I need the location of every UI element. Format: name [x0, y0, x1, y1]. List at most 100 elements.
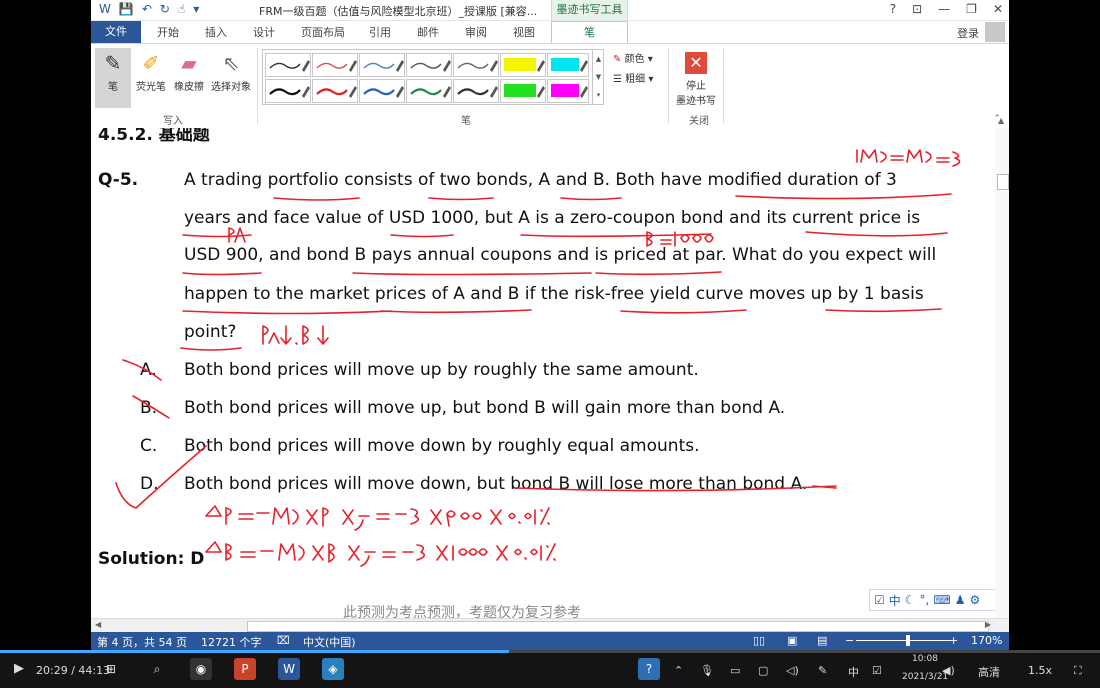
obs-icon[interactable]: ◉ — [190, 658, 212, 680]
select-objects-button[interactable]: ⇖ 选择对象 — [209, 48, 253, 108]
pen-swatch[interactable] — [500, 79, 546, 103]
print-layout-icon[interactable]: ▣ — [787, 634, 797, 647]
windows-start-icon[interactable]: ⊞ — [100, 658, 122, 680]
ime-check-icon[interactable]: ☑ — [874, 593, 885, 607]
pen-swatch[interactable] — [312, 79, 358, 103]
web-layout-icon[interactable]: ▤ — [817, 634, 827, 647]
tab-page-layout[interactable]: 页面布局 — [301, 24, 345, 40]
touch-mode-icon[interactable]: ☝ — [178, 2, 185, 16]
quality-button[interactable]: 高清 — [978, 664, 1000, 680]
speed-button[interactable]: 1.5x — [1028, 664, 1052, 677]
play-icon[interactable]: ▶ — [14, 661, 24, 676]
network-icon[interactable]: ▢ — [758, 664, 768, 677]
pen-swatch[interactable] — [453, 53, 499, 77]
battery-icon[interactable]: ▭ — [730, 664, 740, 677]
pen-swatch[interactable] — [359, 79, 405, 103]
tab-insert[interactable]: 插入 — [205, 24, 227, 40]
read-mode-icon[interactable]: ▯▯ — [753, 634, 765, 647]
minimize-icon[interactable]: — — [938, 2, 950, 16]
tab-mailings[interactable]: 邮件 — [417, 24, 439, 40]
pen-weight-button[interactable]: ☰ 粗细 ▾ — [613, 70, 653, 85]
ribbon-display-icon[interactable]: ⊡ — [912, 2, 922, 16]
tab-view[interactable]: 视图 — [513, 24, 535, 40]
pen-swatch[interactable] — [547, 53, 589, 77]
play-time: 20:29 / 44:13 — [36, 664, 111, 677]
zoom-slider[interactable] — [856, 640, 951, 641]
undo-icon[interactable]: ↶ — [142, 2, 152, 16]
scroll-left-icon[interactable]: ◀ — [95, 620, 101, 629]
redo-icon[interactable]: ↻ — [160, 2, 170, 16]
ime-tray[interactable]: 中 — [848, 664, 859, 680]
vertical-scroll-thumb[interactable] — [997, 174, 1009, 190]
horizontal-scrollbar[interactable]: ◀ ▶ — [91, 618, 1009, 633]
pen-tool-button[interactable]: ✎ 笔 — [95, 48, 131, 108]
pen-color-button[interactable]: ✎ 颜色 ▾ — [613, 50, 653, 65]
question-line: happen to the market prices of A and B i… — [184, 284, 924, 304]
search-icon[interactable]: ⌕ — [146, 658, 168, 680]
tab-home[interactable]: 开始 — [157, 24, 179, 40]
language-indicator[interactable]: 中文(中国) — [303, 634, 356, 650]
ime-toolbar[interactable]: ☑ 中 ☾ °, ⌨ ♟ ⚙ — [869, 589, 1009, 611]
vertical-scrollbar[interactable]: ▲ — [995, 116, 1009, 618]
customize-qat-icon[interactable]: ▾ — [193, 2, 199, 16]
stop-inking-button[interactable]: ✕ 停止 墨迹书写 — [676, 52, 716, 107]
horizontal-scroll-thumb[interactable] — [247, 621, 989, 632]
half-width-icon[interactable]: ☾ — [905, 593, 916, 607]
tab-file[interactable]: 文件 — [91, 21, 141, 43]
save-icon[interactable]: 💾 — [119, 2, 134, 16]
tab-design[interactable]: 设计 — [253, 24, 275, 40]
gallery-more-icon[interactable]: ▾ — [593, 86, 604, 104]
ime-settings-icon[interactable]: ⚙ — [969, 593, 980, 607]
proofing-icon[interactable]: ⌧ — [277, 634, 290, 647]
volume-tray-icon[interactable]: ◁) — [786, 664, 799, 677]
highlighter-tool-button[interactable]: ✐ 荧光笔 — [133, 48, 169, 108]
pen-swatch[interactable] — [265, 79, 311, 103]
help-tray-icon[interactable]: ? — [638, 658, 660, 680]
gallery-up-icon[interactable]: ▲ — [593, 50, 604, 68]
pen-swatch[interactable] — [406, 79, 452, 103]
scroll-right-icon[interactable]: ▶ — [985, 620, 991, 629]
video-progress-bar[interactable] — [0, 650, 1100, 653]
ime-mode[interactable]: 中 — [889, 592, 901, 609]
word-count[interactable]: 12721 个字 — [201, 634, 262, 650]
volume-icon[interactable]: ◀) — [942, 664, 955, 677]
pen-swatch[interactable] — [312, 53, 358, 77]
zoom-slider-knob[interactable] — [906, 635, 910, 646]
ime-user-icon[interactable]: ♟ — [955, 593, 966, 607]
tab-review[interactable]: 审阅 — [465, 24, 487, 40]
help-icon[interactable]: ? — [890, 2, 896, 16]
punctuation-icon[interactable]: °, — [920, 593, 930, 607]
login-link[interactable]: 登录 — [957, 25, 979, 41]
softkeyboard-icon[interactable]: ⌨ — [933, 593, 950, 607]
tab-pen[interactable]: 笔 — [551, 21, 628, 44]
word-taskbar-icon[interactable]: W — [278, 658, 300, 680]
document-page[interactable]: 4.5.2. 基础题 Q-5. A trading portfolio cons… — [91, 128, 1009, 618]
scroll-up-icon[interactable]: ▲ — [998, 116, 1004, 125]
powerpoint-icon[interactable]: P — [234, 658, 256, 680]
pen-swatch[interactable] — [359, 53, 405, 77]
close-icon[interactable]: ✕ — [993, 2, 1003, 16]
pen-tray-icon[interactable]: ✎ — [818, 664, 827, 677]
gallery-down-icon[interactable]: ▼ — [593, 68, 604, 86]
pen-swatch[interactable] — [406, 53, 452, 77]
pen-swatch[interactable] — [453, 79, 499, 103]
page-indicator[interactable]: 第 4 页，共 54 页 — [97, 634, 187, 650]
restore-icon[interactable]: ❐ — [966, 2, 977, 16]
zoom-out-icon[interactable]: − — [845, 634, 854, 647]
fullscreen-icon[interactable]: ⛶ — [1074, 664, 1082, 678]
mic-icon[interactable]: 🎙 — [700, 664, 714, 677]
tray-chevron-icon[interactable]: ⌃ — [674, 664, 683, 677]
eraser-tool-button[interactable]: ▰ 橡皮擦 — [171, 48, 207, 108]
pen-swatch[interactable] — [265, 53, 311, 77]
tab-references[interactable]: 引用 — [369, 24, 391, 40]
pen-swatch[interactable] — [500, 53, 546, 77]
option-text: Both bond prices will move down by rough… — [184, 436, 700, 456]
gallery-scroll[interactable]: ▲ ▼ ▾ — [592, 50, 604, 104]
notification-icon[interactable]: ☑ — [872, 664, 882, 677]
avatar[interactable] — [985, 22, 1005, 42]
pen-swatch[interactable] — [547, 79, 589, 103]
zoom-level[interactable]: 170% — [971, 634, 1002, 647]
app-taskbar-icon[interactable]: ◈ — [322, 658, 344, 680]
zoom-in-icon[interactable]: + — [949, 634, 958, 647]
ink-underline — [352, 272, 592, 276]
